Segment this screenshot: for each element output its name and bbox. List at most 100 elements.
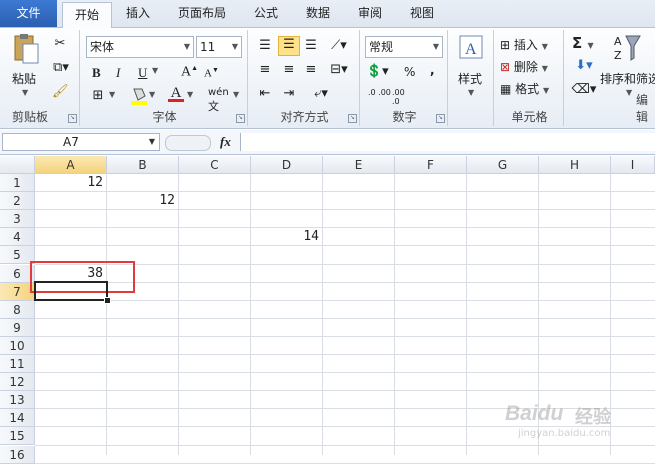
- tab-insert[interactable]: 插入: [116, 0, 160, 27]
- sort-filter-icon[interactable]: AZ: [612, 32, 642, 62]
- align-middle-icon[interactable]: ☰: [278, 36, 300, 56]
- format-painter-icon[interactable]: 🖌: [52, 84, 69, 100]
- row-header-9[interactable]: 9: [0, 318, 35, 337]
- align-top-icon[interactable]: ☰: [256, 38, 274, 54]
- insert-cells-button[interactable]: ⊞ 插入 ▼: [500, 36, 548, 53]
- clipboard-launcher-icon[interactable]: ↘: [68, 114, 77, 123]
- decrease-decimal-button[interactable]: .00 .0: [392, 88, 412, 106]
- delete-cells-button[interactable]: ⊠ 删除 ▼: [500, 58, 548, 75]
- font-color-dropdown-icon[interactable]: ▼: [187, 90, 193, 99]
- align-center-icon[interactable]: ≡: [280, 62, 298, 78]
- font-name-select[interactable]: 宋体 ▼: [86, 36, 194, 58]
- row-header-14[interactable]: 14: [0, 409, 35, 428]
- font-size-dropdown-icon: ▼: [231, 42, 238, 51]
- active-cell-A7[interactable]: [34, 281, 108, 301]
- svg-text:A: A: [614, 35, 622, 48]
- gridline-horizontal: [35, 462, 655, 464]
- fill-handle[interactable]: [104, 297, 111, 304]
- column-header-F[interactable]: F: [395, 156, 467, 174]
- row-header-2[interactable]: 2: [0, 192, 35, 211]
- column-header-E[interactable]: E: [323, 156, 395, 174]
- underline-dropdown-icon[interactable]: ▼: [152, 66, 158, 75]
- border-icon[interactable]: ⊞: [90, 88, 106, 104]
- grow-font-button[interactable]: A▲: [181, 64, 198, 81]
- formula-input[interactable]: [240, 133, 655, 151]
- column-header-D[interactable]: D: [251, 156, 323, 174]
- row-header-1[interactable]: 1: [0, 174, 35, 193]
- fill-icon[interactable]: ⬇▾: [570, 58, 598, 74]
- row-header-3[interactable]: 3: [0, 210, 35, 229]
- border-dropdown-icon[interactable]: ▼: [109, 90, 115, 99]
- increase-indent-icon[interactable]: ⇥: [280, 86, 298, 102]
- cell-B2[interactable]: 12: [107, 192, 175, 210]
- autosum-icon: Σ: [572, 34, 583, 52]
- percent-style-button[interactable]: %: [404, 65, 415, 79]
- clear-icon[interactable]: ⌫▾: [570, 82, 598, 98]
- column-header-B[interactable]: B: [107, 156, 179, 174]
- paste-dropdown-icon[interactable]: ▼: [22, 88, 28, 97]
- row-header-10[interactable]: 10: [0, 336, 35, 355]
- sort-filter-dropdown-icon[interactable]: ▼: [626, 88, 632, 97]
- tab-view[interactable]: 视图: [400, 0, 444, 27]
- underline-button[interactable]: U: [138, 65, 147, 81]
- worksheet-grid[interactable]: ABCDEFGHI 1 2 3 4 5 6 7 8 9 10 11 12 13 14 15 16 12 12 14…: [0, 156, 655, 464]
- font-color-icon[interactable]: A: [168, 85, 184, 102]
- row-header-11[interactable]: 11: [0, 355, 35, 374]
- copy-icon[interactable]: ⧉▾: [50, 60, 72, 76]
- increase-decimal-button[interactable]: .0 .00: [368, 88, 391, 97]
- shrink-font-button[interactable]: A▼: [204, 66, 219, 80]
- styles-dropdown-icon[interactable]: ▼: [468, 88, 474, 97]
- number-launcher-icon[interactable]: ↘: [436, 114, 445, 123]
- insert-function-button[interactable]: fx: [220, 134, 231, 150]
- row-header-8[interactable]: 8: [0, 300, 35, 319]
- tab-home[interactable]: 开始: [62, 2, 112, 28]
- wrap-text-icon[interactable]: ⤶▾: [308, 86, 334, 102]
- bold-button[interactable]: B: [92, 65, 101, 81]
- row-header-15[interactable]: 15: [0, 427, 35, 446]
- tab-file[interactable]: 文件: [0, 0, 57, 27]
- accounting-format-icon[interactable]: 💲▾: [366, 64, 389, 80]
- decrease-indent-icon[interactable]: ⇤: [256, 86, 274, 102]
- fill-color-dropdown-icon[interactable]: ▼: [149, 90, 155, 99]
- column-header-C[interactable]: C: [179, 156, 251, 174]
- align-bottom-icon[interactable]: ☰: [302, 38, 320, 54]
- font-launcher-icon[interactable]: ↘: [236, 114, 245, 123]
- tab-data[interactable]: 数据: [296, 0, 340, 27]
- alignment-launcher-icon[interactable]: ↘: [348, 114, 357, 123]
- tab-review[interactable]: 审阅: [348, 0, 392, 27]
- italic-button[interactable]: I: [116, 65, 120, 81]
- name-box[interactable]: A7 ▼: [2, 133, 160, 151]
- paste-button[interactable]: 粘贴: [12, 70, 36, 87]
- tab-page-layout[interactable]: 页面布局: [167, 0, 237, 27]
- column-header-G[interactable]: G: [467, 156, 539, 174]
- styles-button[interactable]: 样式: [458, 70, 482, 87]
- column-header-I[interactable]: I: [611, 156, 655, 174]
- formula-bar-splitter[interactable]: [165, 135, 211, 151]
- cell-A1[interactable]: 12: [35, 174, 103, 192]
- align-left-icon[interactable]: ≡: [256, 62, 274, 78]
- sort-filter-button[interactable]: 排序和筛选: [600, 70, 655, 87]
- tab-formulas[interactable]: 公式: [244, 0, 288, 27]
- name-box-dropdown-icon[interactable]: ▼: [149, 134, 155, 150]
- insert-cells-icon: ⊞: [500, 38, 511, 52]
- phonetic-dropdown-icon[interactable]: ▼: [233, 90, 239, 99]
- cut-icon[interactable]: ✂: [52, 36, 68, 52]
- styles-icon[interactable]: A: [458, 34, 486, 62]
- cell-D4[interactable]: 14: [251, 228, 319, 246]
- number-format-select[interactable]: 常规 ▼: [365, 36, 443, 58]
- orientation-icon[interactable]: ⟋▾: [330, 38, 348, 54]
- gridline-vertical: [394, 174, 395, 455]
- paste-icon[interactable]: [10, 32, 40, 66]
- font-size-select[interactable]: 11 ▼: [196, 36, 242, 58]
- merge-center-icon[interactable]: ⊟▾: [328, 62, 350, 78]
- row-header-4[interactable]: 4: [0, 228, 35, 247]
- row-header-12[interactable]: 12: [0, 373, 35, 392]
- format-cells-button[interactable]: ▦ 格式 ▼: [500, 80, 549, 97]
- column-header-H[interactable]: H: [539, 156, 611, 174]
- select-all-corner[interactable]: [0, 156, 35, 174]
- row-header-13[interactable]: 13: [0, 391, 35, 410]
- column-header-A[interactable]: A: [35, 156, 107, 174]
- align-right-icon[interactable]: ≡: [302, 62, 320, 78]
- autosum-button[interactable]: Σ ▼: [572, 34, 594, 52]
- comma-style-button[interactable]: ,: [430, 63, 435, 77]
